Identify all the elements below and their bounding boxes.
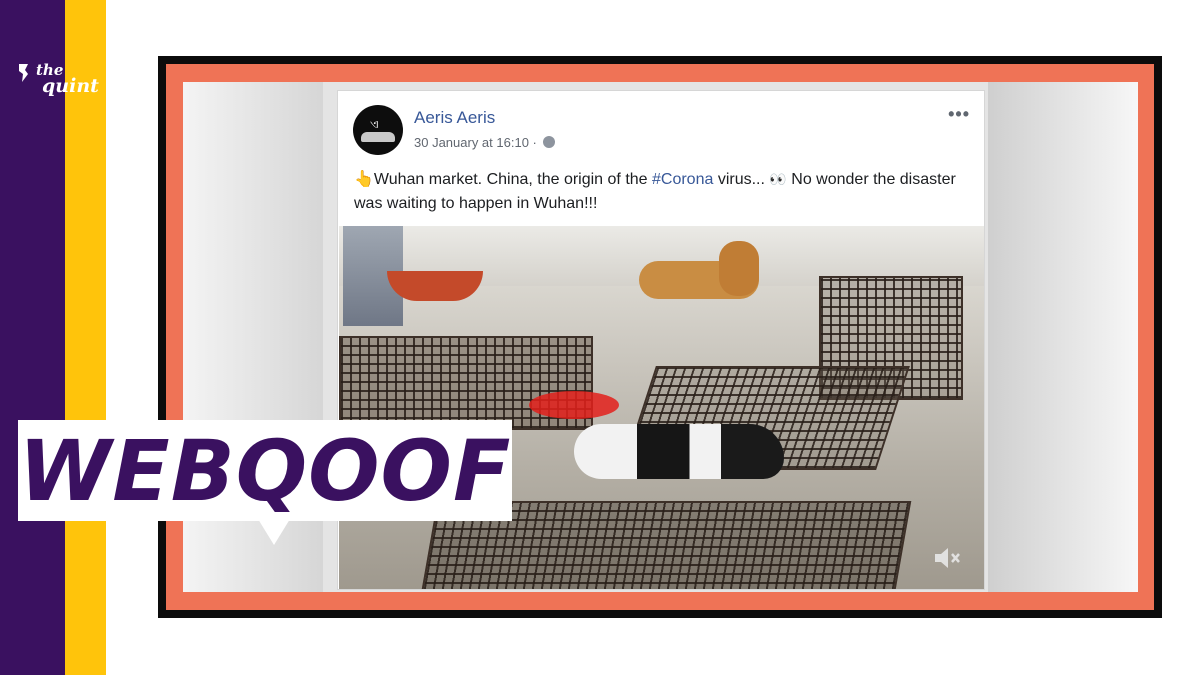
globe-icon — [543, 136, 556, 148]
post-video[interactable] — [339, 226, 984, 589]
post-text: 👆Wuhan market. China, the origin of the … — [354, 167, 966, 216]
webqoof-label: WEBQOOF — [18, 421, 512, 520]
pointing-up-emoji: 👆 — [354, 171, 374, 188]
post-text-part1: Wuhan market. China, the origin of the — [373, 171, 652, 188]
more-options-icon[interactable]: ••• — [948, 105, 970, 123]
eyes-emoji: 👀 — [769, 171, 787, 187]
webqoof-speech-tail — [258, 519, 290, 545]
hashtag-link[interactable]: #Corona — [652, 171, 713, 188]
post-author-name[interactable]: Aeris Aeris — [414, 108, 495, 128]
avatar-wings-icon — [361, 132, 395, 142]
volume-muted-icon[interactable] — [932, 545, 962, 571]
video-dog-standing — [719, 241, 759, 296]
post-text-part2: virus... — [713, 171, 770, 188]
post-timestamp[interactable]: 30 January at 16:10 · — [414, 135, 540, 150]
webqoof-banner: WEBQOOF — [18, 420, 512, 521]
post-meta: 30 January at 16:10 · — [414, 135, 556, 150]
avatar-glyph-icon: ଏ — [370, 117, 379, 131]
quint-logo-icon — [19, 64, 28, 82]
video-bucket — [387, 271, 483, 301]
author-avatar[interactable]: ଏ — [353, 105, 403, 155]
video-animal — [574, 424, 784, 479]
video-blood-stain — [529, 391, 619, 419]
logo-text-quint: quint — [42, 75, 99, 97]
the-quint-logo: the quint — [14, 60, 99, 110]
